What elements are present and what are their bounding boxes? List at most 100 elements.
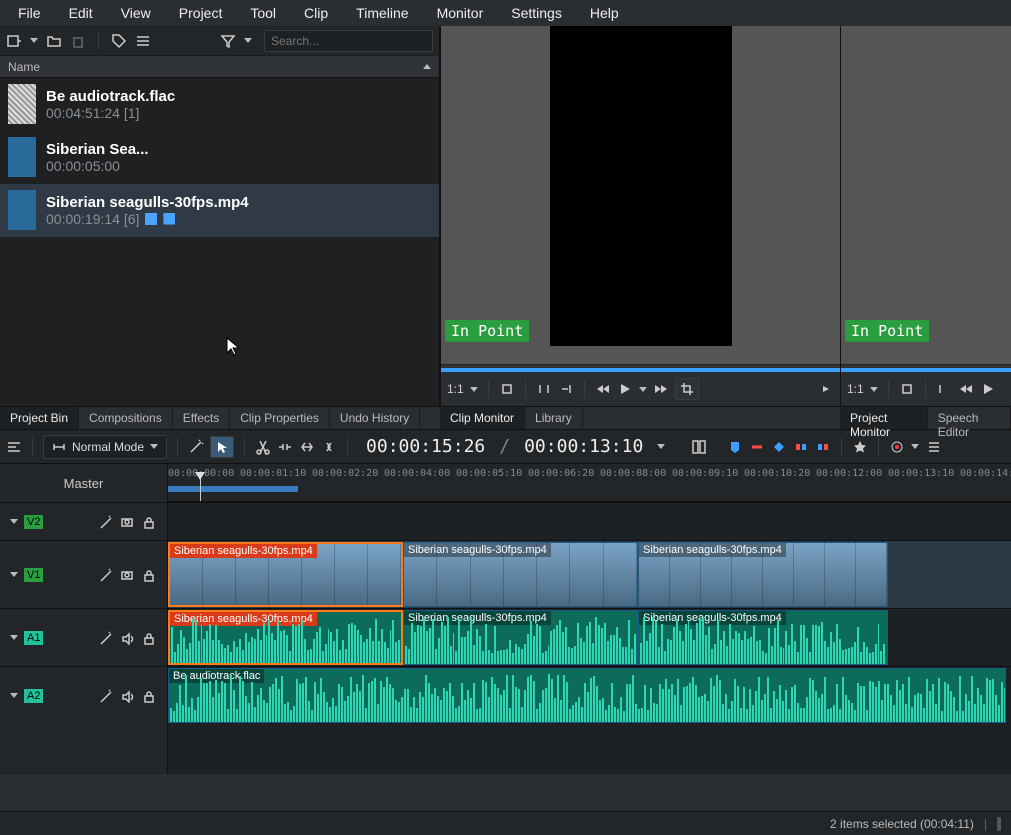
lock-icon[interactable] — [141, 567, 157, 583]
menu-tool[interactable]: Tool — [236, 1, 290, 25]
mute-icon[interactable] — [119, 630, 135, 646]
timeline-clip[interactable]: Be audiotrack.flac — [168, 668, 1006, 723]
rewind-icon[interactable] — [958, 381, 974, 397]
menu-settings[interactable]: Settings — [497, 1, 576, 25]
timeline-clip[interactable]: Siberian seagulls-30fps.mp4 — [403, 610, 638, 665]
tab-project-bin[interactable]: Project Bin — [0, 407, 79, 429]
go-end-icon[interactable] — [558, 381, 574, 397]
fx-icon[interactable] — [97, 688, 113, 704]
marker-flag-icon[interactable] — [771, 439, 787, 455]
tab-project-monitor[interactable]: Project Monitor — [840, 407, 928, 429]
play-menu[interactable] — [639, 387, 647, 392]
marker-red-icon[interactable] — [749, 439, 765, 455]
track-header-V2[interactable]: V2 — [0, 502, 167, 540]
clip-monitor-view[interactable]: In Point — [441, 26, 840, 364]
zoom-level[interactable]: 1:1 — [447, 382, 464, 396]
track-header-V1[interactable]: V1 — [0, 540, 167, 608]
menu-help[interactable]: Help — [576, 1, 633, 25]
bin-item[interactable]: Siberian seagulls-30fps.mp4 00:00:19:14 … — [0, 184, 439, 237]
master-label[interactable]: Master — [0, 464, 167, 502]
set-in-icon[interactable] — [899, 381, 915, 397]
mute-icon[interactable] — [119, 688, 135, 704]
razor-icon[interactable] — [255, 439, 271, 455]
track-badge[interactable]: A1 — [24, 631, 43, 645]
settings-list-icon[interactable] — [925, 439, 941, 455]
fx-icon[interactable] — [97, 630, 113, 646]
add-clip-icon[interactable] — [6, 33, 22, 49]
project-monitor-ruler[interactable] — [841, 364, 1011, 372]
menu-timeline[interactable]: Timeline — [342, 1, 422, 25]
menu-edit[interactable]: Edit — [55, 1, 107, 25]
track-row-A1[interactable]: Siberian seagulls-30fps.mp4Siberian seag… — [168, 608, 1011, 666]
lock-icon[interactable] — [141, 688, 157, 704]
insert-icon[interactable] — [299, 439, 315, 455]
tab-speech-editor[interactable]: Speech Editor — [928, 407, 1011, 429]
play-icon[interactable] — [617, 381, 633, 397]
hamburger-icon[interactable] — [135, 33, 151, 49]
track-badge[interactable]: V1 — [24, 568, 43, 582]
timeline-zone[interactable] — [168, 486, 298, 492]
lock-icon[interactable] — [141, 630, 157, 646]
menu-file[interactable]: File — [4, 1, 55, 25]
track-badge[interactable]: A2 — [24, 689, 43, 703]
zoom-level[interactable]: 1:1 — [847, 382, 864, 396]
spacer-icon[interactable] — [277, 439, 293, 455]
overwrite-icon[interactable] — [321, 439, 337, 455]
more-icon[interactable] — [818, 381, 834, 397]
zoom-menu[interactable] — [470, 387, 478, 392]
menu-view[interactable]: View — [107, 1, 165, 25]
marker-split1-icon[interactable] — [793, 439, 809, 455]
timeline-clip[interactable]: Siberian seagulls-30fps.mp4 — [638, 610, 888, 665]
timeline-clip[interactable]: Siberian seagulls-30fps.mp4Siberian seag… — [168, 542, 403, 607]
record-icon[interactable] — [889, 439, 905, 455]
project-monitor-view[interactable]: In Point — [841, 26, 1011, 364]
hide-icon[interactable] — [119, 514, 135, 530]
track-header-A2[interactable]: A2 — [0, 666, 167, 724]
marker-blue-icon[interactable] — [727, 439, 743, 455]
rewind-icon[interactable] — [595, 381, 611, 397]
expand-icon[interactable] — [10, 519, 18, 524]
timeline-clip[interactable]: Siberian seagulls-30fps.mp4 — [168, 610, 403, 665]
mix-icon[interactable] — [691, 439, 707, 455]
expand-icon[interactable] — [10, 693, 18, 698]
favorite-icon[interactable] — [852, 439, 868, 455]
go-start-icon[interactable] — [536, 381, 552, 397]
playhead[interactable] — [200, 478, 201, 501]
forward-icon[interactable] — [653, 381, 669, 397]
tab-compositions[interactable]: Compositions — [79, 407, 173, 429]
expand-icon[interactable] — [10, 635, 18, 640]
filter-menu[interactable] — [244, 38, 252, 43]
magic-wand-icon[interactable] — [188, 439, 204, 455]
zoom-menu[interactable] — [870, 387, 878, 392]
go-start-icon[interactable] — [936, 381, 952, 397]
add-clip-menu[interactable] — [30, 38, 38, 43]
timeline-clip[interactable]: Siberian seagulls-30fps.mp4Siberian seag… — [638, 542, 888, 607]
marker-split2-icon[interactable] — [815, 439, 831, 455]
menu-project[interactable]: Project — [165, 1, 237, 25]
expand-icon[interactable] — [10, 572, 18, 577]
search-input[interactable] — [264, 30, 433, 52]
track-settings-icon[interactable] — [6, 439, 22, 455]
fx-icon[interactable] — [97, 567, 113, 583]
track-row-V1[interactable]: Siberian seagulls-30fps.mp4Siberian seag… — [168, 540, 1011, 608]
track-header-A1[interactable]: A1 — [0, 608, 167, 666]
fx-icon[interactable] — [97, 514, 113, 530]
track-row-V2[interactable] — [168, 502, 1011, 540]
bin-list[interactable]: Be audiotrack.flac 00:04:51:24 [1] Siber… — [0, 78, 439, 406]
play-icon[interactable] — [980, 381, 996, 397]
timeline-canvas[interactable]: 00:00:00:0000:00:01:1000:00:02:2000:00:0… — [168, 464, 1011, 774]
timeline-ruler[interactable]: 00:00:00:0000:00:01:1000:00:02:2000:00:0… — [168, 464, 1011, 502]
crop-icon[interactable] — [675, 378, 699, 400]
select-tool-icon[interactable] — [210, 436, 234, 458]
filter-icon[interactable] — [220, 33, 236, 49]
tab-library[interactable]: Library — [525, 407, 583, 429]
set-in-icon[interactable] — [499, 381, 515, 397]
hide-icon[interactable] — [119, 567, 135, 583]
menu-clip[interactable]: Clip — [290, 1, 342, 25]
bin-column-header[interactable]: Name — [0, 56, 439, 78]
menu-monitor[interactable]: Monitor — [423, 1, 498, 25]
clip-monitor-ruler[interactable] — [441, 364, 840, 372]
timecode-position[interactable]: 00:00:15:26 — [366, 436, 485, 457]
bin-item[interactable]: Siberian Sea... 00:00:05:00 — [0, 131, 439, 184]
lock-icon[interactable] — [141, 514, 157, 530]
